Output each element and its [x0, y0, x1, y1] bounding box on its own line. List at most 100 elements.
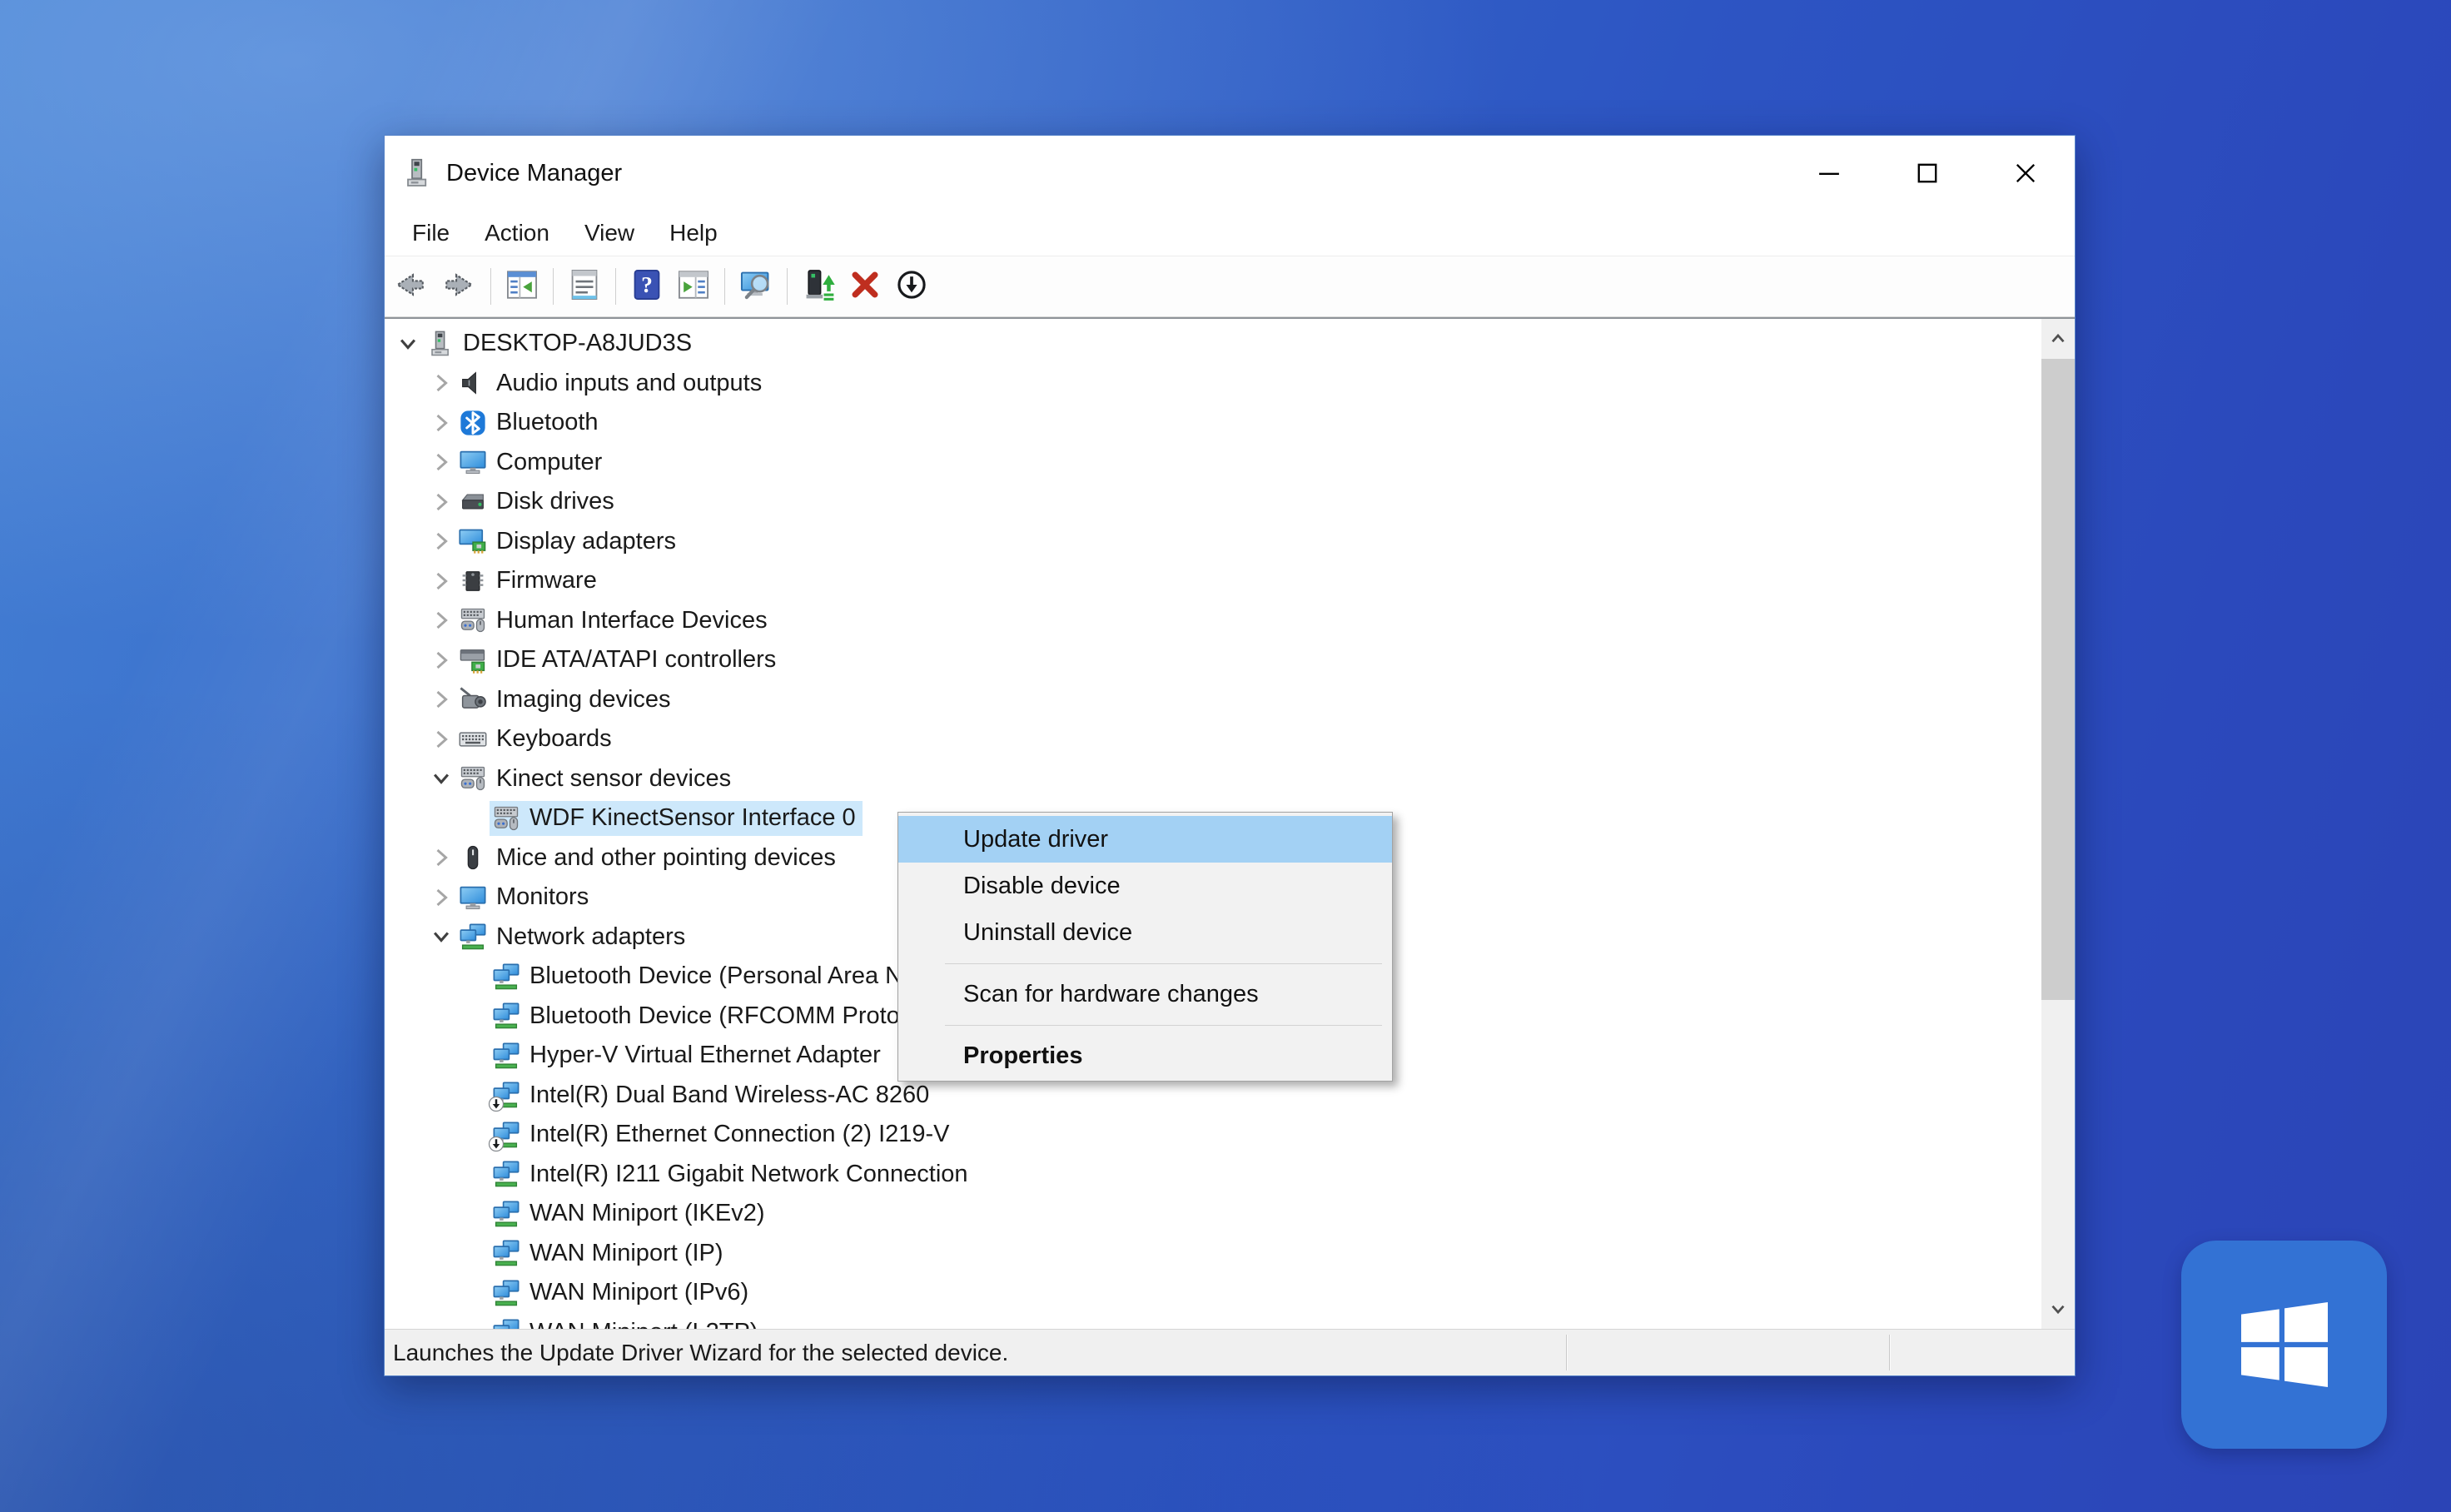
- tree-item-label: IDE ATA/ATAPI controllers: [496, 646, 776, 674]
- chevron-right-icon[interactable]: [426, 566, 456, 596]
- net-icon: [491, 1080, 521, 1110]
- chevron-icon[interactable]: [460, 1238, 490, 1268]
- tree-row[interactable]: Computer: [385, 443, 2041, 483]
- tree-row[interactable]: WAN Miniport (IKEv2): [385, 1194, 2041, 1234]
- menu-view[interactable]: View: [567, 211, 652, 256]
- menu-action[interactable]: Action: [467, 211, 567, 256]
- chevron-down-icon[interactable]: [426, 763, 456, 793]
- disabled-device-icon: [488, 1096, 505, 1112]
- tree-row[interactable]: Firmware: [385, 561, 2041, 601]
- chevron-icon[interactable]: [460, 1001, 490, 1031]
- maximize-button[interactable]: [1878, 136, 1976, 211]
- scrollbar-thumb[interactable]: [2041, 359, 2075, 1000]
- tree-row[interactable]: Human Interface Devices: [385, 601, 2041, 641]
- tree-item: Imaging devices: [456, 682, 678, 717]
- context-menu-item-update-driver[interactable]: Update driver: [898, 816, 1392, 863]
- tree-row[interactable]: Bluetooth: [385, 403, 2041, 443]
- tree-row[interactable]: WAN Miniport (IPv6): [385, 1273, 2041, 1313]
- tree-item-label: Imaging devices: [496, 686, 671, 714]
- tree-row[interactable]: Disk drives: [385, 482, 2041, 522]
- tree-row[interactable]: WAN Miniport (L2TP): [385, 1313, 2041, 1330]
- chevron-right-icon[interactable]: [426, 843, 456, 873]
- uninstall-icon: [848, 267, 882, 306]
- tree-row[interactable]: WAN Miniport (IP): [385, 1234, 2041, 1274]
- toolbar-button[interactable]: [888, 263, 935, 310]
- toolbar-button[interactable]: [386, 263, 433, 310]
- close-button[interactable]: [1976, 136, 2075, 211]
- toolbar-button[interactable]: [561, 263, 608, 310]
- tree-row[interactable]: Intel(R) I211 Gigabit Network Connection: [385, 1155, 2041, 1195]
- chevron-right-icon[interactable]: [426, 605, 456, 635]
- chevron-icon[interactable]: [460, 1317, 490, 1329]
- tree-item-label: Display adapters: [496, 528, 676, 555]
- chevron-right-icon[interactable]: [426, 487, 456, 517]
- toolbar-button[interactable]: [624, 263, 670, 310]
- toolbar-button[interactable]: [795, 263, 842, 310]
- tree-item-label: WDF KinectSensor Interface 0: [529, 804, 856, 832]
- menu-item-label: Uninstall device: [963, 919, 1132, 947]
- chevron-icon[interactable]: [460, 1199, 490, 1229]
- context-menu-item-disable-device[interactable]: Disable device: [898, 863, 1392, 909]
- chevron-right-icon[interactable]: [426, 368, 456, 398]
- toolbar-button[interactable]: [842, 263, 888, 310]
- mon-icon: [458, 883, 488, 913]
- tree-item-label: Audio inputs and outputs: [496, 370, 762, 397]
- tree-row[interactable]: Display adapters: [385, 522, 2041, 562]
- action-pane-icon: [676, 267, 711, 306]
- toolbar-button[interactable]: [436, 263, 483, 310]
- chevron-down-icon[interactable]: [426, 922, 456, 952]
- chevron-right-icon[interactable]: [426, 645, 456, 675]
- update-driver-icon: [801, 267, 836, 306]
- chevron-right-icon[interactable]: [426, 447, 456, 477]
- scroll-down-button[interactable]: [2041, 1289, 2075, 1329]
- vertical-scrollbar[interactable]: [2041, 319, 2075, 1329]
- toolbar-button[interactable]: [499, 263, 545, 310]
- context-menu-item-properties[interactable]: Properties: [898, 1032, 1392, 1079]
- scroll-up-button[interactable]: [2041, 319, 2075, 359]
- menu-bar: File Action View Help: [385, 211, 2075, 256]
- chevron-down-icon[interactable]: [393, 329, 423, 359]
- tree-row[interactable]: Kinect sensor devices: [385, 759, 2041, 799]
- tree-row[interactable]: Keyboards: [385, 719, 2041, 759]
- toolbar-button[interactable]: [670, 263, 717, 310]
- chevron-right-icon[interactable]: [426, 724, 456, 754]
- hid-icon: [458, 763, 488, 793]
- tree-row[interactable]: Intel(R) Ethernet Connection (2) I219-V: [385, 1115, 2041, 1155]
- chevron-right-icon[interactable]: [426, 883, 456, 913]
- net-icon: [491, 962, 521, 992]
- toolbar-separator: [615, 268, 616, 305]
- chevron-icon[interactable]: [460, 1120, 490, 1150]
- context-menu-item-uninstall-device[interactable]: Uninstall device: [898, 909, 1392, 956]
- menu-item-label: Properties: [963, 1042, 1082, 1070]
- tree-row[interactable]: IDE ATA/ATAPI controllers: [385, 640, 2041, 680]
- chevron-right-icon[interactable]: [426, 526, 456, 556]
- chevron-icon[interactable]: [460, 1080, 490, 1110]
- status-bar-divider: [1889, 1335, 1890, 1370]
- menu-help[interactable]: Help: [652, 211, 735, 256]
- minimize-button[interactable]: [1780, 136, 1878, 211]
- tree-row[interactable]: Audio inputs and outputs: [385, 364, 2041, 404]
- chevron-icon[interactable]: [460, 1159, 490, 1189]
- back-icon: [392, 267, 427, 306]
- disable-icon: [894, 267, 929, 306]
- tree-item-label: Intel(R) Ethernet Connection (2) I219-V: [529, 1121, 950, 1148]
- chevron-icon[interactable]: [460, 803, 490, 833]
- tree-row[interactable]: DESKTOP-A8JUD3S: [385, 324, 2041, 364]
- chevron-right-icon[interactable]: [426, 684, 456, 714]
- windows-logo-tile[interactable]: [2181, 1241, 2387, 1449]
- disabled-device-icon: [488, 1136, 505, 1152]
- net-icon: [458, 922, 488, 952]
- chevron-icon[interactable]: [460, 962, 490, 992]
- tree-row[interactable]: Imaging devices: [385, 680, 2041, 720]
- chevron-icon[interactable]: [460, 1278, 490, 1308]
- tree-item: Human Interface Devices: [456, 603, 774, 638]
- tree-item-label: WAN Miniport (IPv6): [529, 1279, 748, 1306]
- tree-item: Kinect sensor devices: [456, 761, 738, 796]
- chevron-icon[interactable]: [460, 1041, 490, 1071]
- context-menu-item-scan-hardware[interactable]: Scan for hardware changes: [898, 971, 1392, 1017]
- tree-item-label: Network adapters: [496, 923, 685, 951]
- tree-item-label: Disk drives: [496, 488, 614, 515]
- chevron-right-icon[interactable]: [426, 408, 456, 438]
- menu-file[interactable]: File: [395, 211, 467, 256]
- toolbar-button[interactable]: [733, 263, 779, 310]
